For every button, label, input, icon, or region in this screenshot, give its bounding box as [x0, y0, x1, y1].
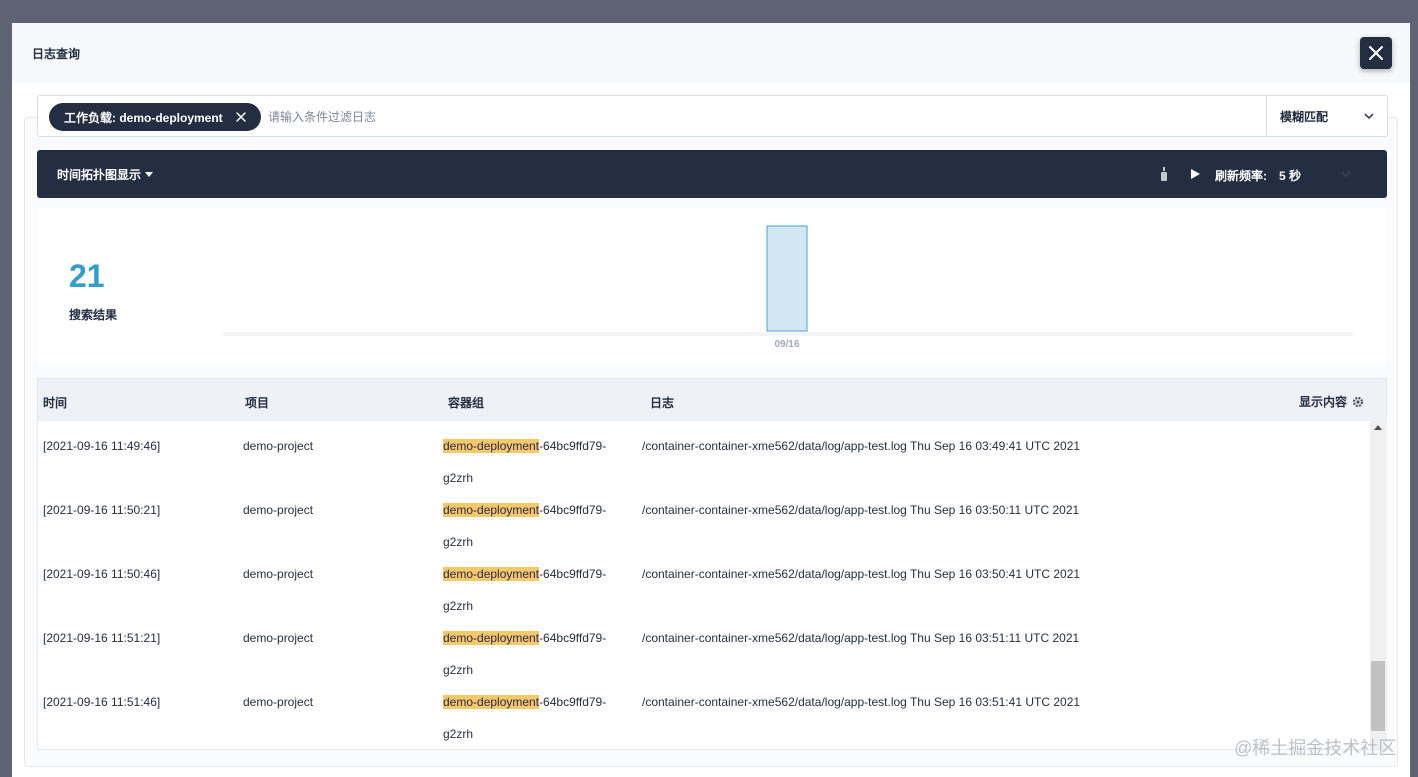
- gear-icon: [1352, 396, 1364, 407]
- log-histogram: 09/16: [223, 225, 1353, 350]
- cell-project: demo-project: [243, 503, 314, 517]
- histogram-baseline: [223, 332, 1353, 336]
- table-row: [2021-09-16 11:51:46] demo-project demo-de…: [38, 677, 1370, 741]
- log-query-modal: 日志查询 工作负载: demo-deployment 模糊匹配 时间拓扑图显示: [12, 23, 1410, 777]
- cell-time: [2021-09-16 11:51:21]: [43, 631, 161, 645]
- table-row: [2021-09-16 11:50:21] demo-project demo-de…: [38, 485, 1370, 549]
- cell-log: /container-container-xme562/data/log/app…: [642, 631, 1080, 645]
- cell-pod: demo-deployment-64bc9ffd79-g2zrh: [443, 686, 623, 750]
- column-header-time: 时间: [43, 396, 68, 410]
- cell-project: demo-project: [243, 631, 314, 645]
- modal-title: 日志查询: [32, 47, 81, 61]
- pod-highlight: demo-deployment: [443, 567, 540, 581]
- table-header: 时间 项目 容器组 日志 显示内容: [38, 379, 1386, 421]
- play-icon[interactable]: [1189, 168, 1201, 180]
- view-mode-label: 时间拓扑图显示: [57, 168, 142, 182]
- cell-log: /container-container-xme562/data/log/app…: [642, 503, 1080, 517]
- log-table: 时间 项目 容器组 日志 显示内容 [2021-09-16 11:49:46] d…: [37, 378, 1387, 750]
- log-filter-input[interactable]: [268, 106, 1248, 128]
- close-icon: [1369, 46, 1383, 60]
- cell-log: /container-container-xme562/data/log/app…: [642, 439, 1081, 453]
- view-mode-dropdown[interactable]: 时间拓扑图显示: [57, 166, 154, 183]
- table-row: [2021-09-16 11:50:46] demo-project demo-de…: [38, 549, 1370, 613]
- pod-highlight: demo-deployment: [443, 439, 540, 453]
- cell-log: /container-container-xme562/data/log/app…: [642, 567, 1081, 581]
- stats-panel: 21 搜索结果 09/16: [37, 208, 1387, 365]
- match-mode-label: 模糊匹配: [1280, 109, 1329, 124]
- tag-close-icon[interactable]: [235, 111, 247, 123]
- search-bar: 工作负载: demo-deployment 模糊匹配: [37, 95, 1388, 137]
- cell-log: /container-container-xme562/data/log/app…: [642, 695, 1081, 709]
- scroll-thumb[interactable]: [1371, 661, 1385, 731]
- cell-project: demo-project: [243, 439, 314, 453]
- column-header-project: 项目: [245, 396, 270, 410]
- chevron-down-icon[interactable]: [1341, 170, 1351, 178]
- vertical-scrollbar[interactable]: [1370, 421, 1387, 749]
- download-icon[interactable]: [1157, 166, 1171, 182]
- column-header-log: 日志: [650, 396, 675, 410]
- scroll-up-arrow-icon[interactable]: [1374, 425, 1382, 430]
- watermark: @稀土掘金技术社区: [1234, 738, 1397, 758]
- table-row: [2021-09-16 11:51:21] demo-project demo-de…: [38, 613, 1370, 677]
- chevron-down-icon: [1364, 113, 1374, 120]
- cell-time: [2021-09-16 11:49:46]: [43, 439, 161, 453]
- close-button[interactable]: [1360, 37, 1392, 69]
- table-row: [2021-09-16 11:49:46] demo-project demo-de…: [38, 421, 1370, 485]
- match-mode-select[interactable]: 模糊匹配: [1266, 96, 1388, 136]
- modal-header: 日志查询: [12, 23, 1410, 83]
- table-body: [2021-09-16 11:49:46] demo-project demo-de…: [38, 421, 1370, 751]
- workload-filter-tag[interactable]: 工作负载: demo-deployment: [49, 103, 261, 131]
- pod-highlight: demo-deployment: [443, 631, 540, 645]
- histogram-bar[interactable]: [766, 225, 808, 332]
- histogram-tick-label: 09/16: [774, 339, 799, 350]
- cell-project: demo-project: [243, 695, 314, 709]
- refresh-rate-value[interactable]: 5 秒: [1279, 167, 1301, 184]
- pod-highlight: demo-deployment: [443, 503, 540, 517]
- refresh-rate-label: 刷新频率:: [1215, 169, 1267, 183]
- filter-tag-label: 工作负载: demo-deployment: [64, 110, 223, 125]
- display-content-button[interactable]: 显示内容: [1299, 393, 1364, 410]
- pod-highlight: demo-deployment: [443, 695, 540, 709]
- cell-time: [2021-09-16 11:51:46]: [43, 695, 161, 709]
- display-content-label: 显示内容: [1299, 395, 1348, 409]
- log-toolbar: 时间拓扑图显示 刷新频率: 5 秒: [37, 150, 1387, 198]
- cell-time: [2021-09-16 11:50:46]: [43, 567, 161, 581]
- caret-down-icon: [145, 172, 154, 177]
- cell-project: demo-project: [243, 567, 314, 581]
- column-header-pod: 容器组: [448, 396, 485, 410]
- cell-time: [2021-09-16 11:50:21]: [43, 503, 161, 517]
